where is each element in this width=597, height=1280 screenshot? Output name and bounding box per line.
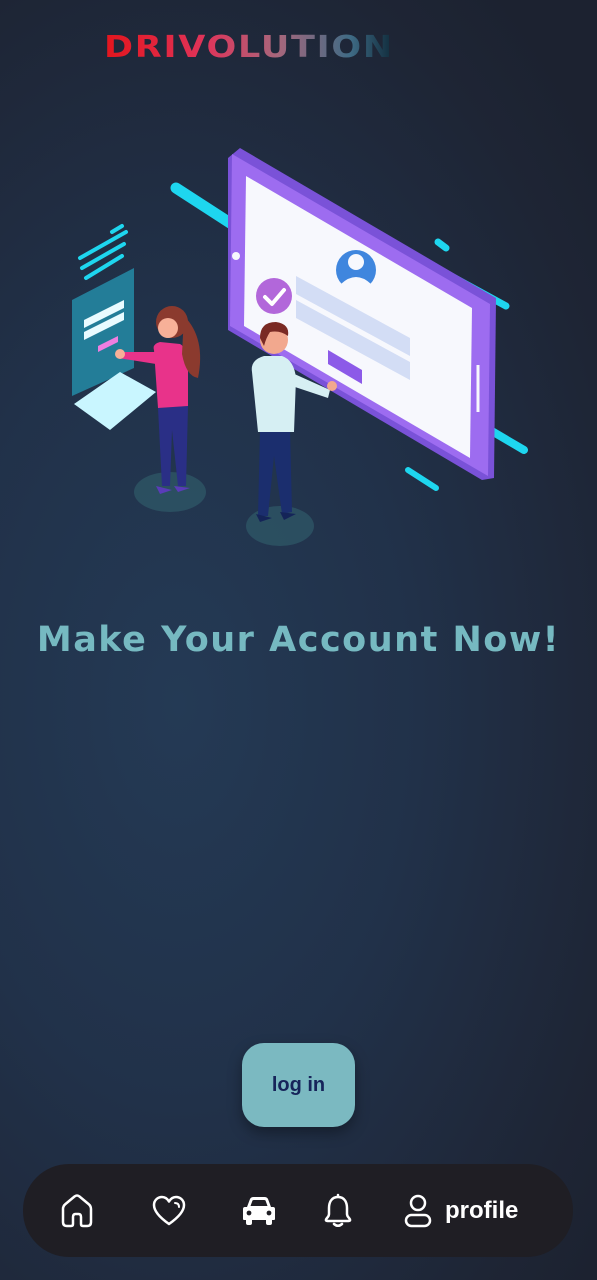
logo-text: DRIVOLUTION bbox=[104, 30, 394, 64]
drivolution-logo: DRIVOLUTION bbox=[104, 30, 394, 64]
nav-item-cars[interactable] bbox=[231, 1164, 287, 1257]
home-icon bbox=[61, 1193, 93, 1227]
kiosk-device bbox=[72, 268, 156, 430]
bell-icon bbox=[324, 1193, 352, 1227]
nav-item-notifications[interactable] bbox=[313, 1164, 363, 1257]
user-icon bbox=[404, 1194, 432, 1227]
nav-item-favorites[interactable] bbox=[143, 1164, 195, 1257]
nav-profile-label: profile bbox=[445, 1196, 519, 1224]
login-button[interactable]: log in bbox=[242, 1043, 355, 1127]
nav-item-profile[interactable]: profile bbox=[403, 1164, 533, 1257]
bottom-navigation: profile bbox=[23, 1164, 573, 1257]
car-icon bbox=[243, 1196, 275, 1225]
nav-item-home[interactable] bbox=[51, 1164, 103, 1257]
signup-illustration bbox=[72, 148, 528, 546]
heart-icon bbox=[152, 1195, 186, 1225]
page-headline: Make Your Account Now! bbox=[36, 620, 561, 660]
